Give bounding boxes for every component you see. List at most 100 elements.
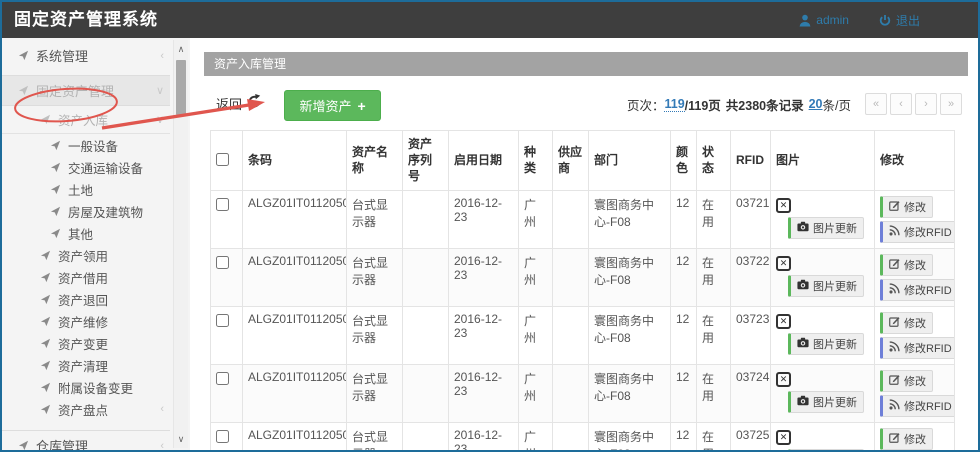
cell-modify: 修改 修改RFID <box>875 190 955 248</box>
sidebar-item-asset-repair[interactable]: 资产维修 <box>2 310 170 332</box>
cell-status: 在用 <box>697 422 731 452</box>
scroll-down-icon[interactable]: ∨ <box>174 432 188 446</box>
edit-label: 修改 <box>904 257 926 273</box>
sidebar-item-general-equipment[interactable]: 一般设备 <box>2 134 170 156</box>
cell-supplier <box>553 364 589 422</box>
paper-plane-icon <box>50 184 61 195</box>
rfid-icon <box>889 225 900 239</box>
chevron-icon: ∨ <box>156 84 170 97</box>
sidebar-item-transport-equipment[interactable]: 交通运输设备 <box>2 156 170 178</box>
row-checkbox[interactable] <box>216 314 229 327</box>
cell-type: 广州 <box>519 364 553 422</box>
edit-rfid-button[interactable]: 修改RFID <box>880 279 955 301</box>
edit-icon <box>889 316 900 330</box>
cell-modify: 修改 修改RFID <box>875 364 955 422</box>
sidebar-item-asset-change[interactable]: 资产变更 <box>2 332 170 354</box>
edit-button[interactable]: 修改 <box>880 428 933 450</box>
scrollbar-thumb[interactable] <box>176 60 186 115</box>
paper-plane-icon <box>40 250 51 261</box>
sidebar-item-asset-cleanup[interactable]: 资产清理 <box>2 354 170 376</box>
edit-rfid-button[interactable]: 修改RFID <box>880 221 955 243</box>
sidebar-item-label: 仓库管理 <box>36 436 160 452</box>
edit-icon <box>889 374 900 388</box>
last-page-button[interactable]: » <box>940 93 962 115</box>
main-content: 资产入库管理 返回 新增资产 + 页次： 119 /119页 共2380条记录 … <box>204 42 968 450</box>
cell-status: 在用 <box>697 364 731 422</box>
edit-rfid-button[interactable]: 修改RFID <box>880 337 955 359</box>
cell-status: 在用 <box>697 190 731 248</box>
image-update-button[interactable]: 图片更新 <box>788 217 864 239</box>
edit-rfid-button[interactable]: 修改RFID <box>880 395 955 417</box>
sidebar-item-warehouse-management[interactable]: 仓库管理 ‹ <box>2 430 170 452</box>
logout-link[interactable]: 退出 <box>879 12 920 29</box>
edit-button[interactable]: 修改 <box>880 196 933 218</box>
sidebar-item-asset-requisition[interactable]: 资产领用 <box>2 244 170 266</box>
row-checkbox[interactable] <box>216 372 229 385</box>
user-link[interactable]: admin <box>799 13 849 27</box>
pagination: 页次： 119 /119页 共2380条记录 20 条/页 « ‹ › » <box>627 93 962 115</box>
table-row: ALGZ01IT0112050015 台式显示器 2016-12-23 广州 寰… <box>211 248 955 306</box>
image-update-button[interactable]: 图片更新 <box>788 333 864 355</box>
cell-rfid: 03724 <box>731 364 771 422</box>
row-checkbox[interactable] <box>216 256 229 269</box>
sidebar-item-asset-storage[interactable]: 资产入库 ∨ <box>2 106 170 134</box>
paper-plane-icon <box>40 294 51 305</box>
table-row: ALGZ01IT0112050018 台式显示器 2016-12-23 广州 寰… <box>211 422 955 452</box>
image-update-button[interactable]: 图片更新 <box>788 391 864 413</box>
header-modify: 修改 <box>875 131 955 191</box>
sidebar-item-system-management[interactable]: 系统管理 ‹ <box>2 42 170 69</box>
per-page-link[interactable]: 20 <box>809 97 823 111</box>
cell-date: 2016-12-23 <box>449 190 519 248</box>
cell-barcode: ALGZ01IT0112050016 <box>243 306 347 364</box>
logout-label: 退出 <box>896 12 920 29</box>
edit-button[interactable]: 修改 <box>880 370 933 392</box>
edit-button[interactable]: 修改 <box>880 254 933 276</box>
cell-color: 12 <box>671 306 697 364</box>
cell-rfid: 03725 <box>731 422 771 452</box>
sidebar-item-label: 资产借用 <box>58 268 164 287</box>
cell-barcode: ALGZ01IT0112050018 <box>243 422 347 452</box>
paper-plane-icon <box>18 50 29 61</box>
current-page-link[interactable]: 119 <box>664 97 684 112</box>
toolbar: 返回 新增资产 + 页次： 119 /119页 共2380条记录 20 条/页 … <box>204 90 968 120</box>
select-all-checkbox[interactable] <box>216 153 229 166</box>
sidebar-scrollbar[interactable]: ∧ ∨ <box>173 40 188 448</box>
sidebar-item-other[interactable]: 其他 <box>2 222 170 244</box>
broken-image-icon: ✕ <box>776 314 791 329</box>
row-checkbox[interactable] <box>216 198 229 211</box>
cell-barcode: ALGZ01IT0112050014 <box>243 190 347 248</box>
scroll-up-icon[interactable]: ∧ <box>174 42 188 56</box>
sidebar-item-asset-return[interactable]: 资产退回 <box>2 288 170 310</box>
pagination-prefix: 页次： <box>627 95 665 114</box>
table-row: ALGZ01IT0112050016 台式显示器 2016-12-23 广州 寰… <box>211 306 955 364</box>
back-label: 返回 <box>216 94 242 113</box>
record-count: 共2380条记录 <box>726 95 804 114</box>
image-update-button[interactable]: 图片更新 <box>788 449 864 452</box>
cell-color: 12 <box>671 364 697 422</box>
sidebar-item-label: 一般设备 <box>68 136 164 155</box>
camera-icon <box>797 395 809 409</box>
back-button[interactable]: 返回 <box>216 90 262 116</box>
cell-barcode: ALGZ01IT0112050017 <box>243 364 347 422</box>
sidebar-item-attached-equipment-change[interactable]: 附属设备变更 <box>2 376 170 398</box>
cell-picture: ✕ 图片更新 <box>771 248 875 306</box>
image-update-button[interactable]: 图片更新 <box>788 275 864 297</box>
prev-page-button[interactable]: ‹ <box>890 93 912 115</box>
next-page-button[interactable]: › <box>915 93 937 115</box>
sidebar-item-land[interactable]: 土地 <box>2 178 170 200</box>
sidebar-item-label: 附属设备变更 <box>58 378 164 397</box>
cell-serial <box>403 306 449 364</box>
sidebar-item-asset-borrow[interactable]: 资产借用 <box>2 266 170 288</box>
row-checkbox[interactable] <box>216 430 229 443</box>
paper-plane-icon <box>18 440 29 451</box>
cell-modify: 修改 修改RFID <box>875 306 955 364</box>
sidebar-item-fixed-asset-management[interactable]: 固定资产管理 ∨ <box>2 75 170 106</box>
sidebar-item-buildings[interactable]: 房屋及建筑物 <box>2 200 170 222</box>
broken-image-icon: ✕ <box>776 372 791 387</box>
edit-button[interactable]: 修改 <box>880 312 933 334</box>
paper-plane-icon <box>40 316 51 327</box>
first-page-button[interactable]: « <box>865 93 887 115</box>
add-asset-button[interactable]: 新增资产 + <box>284 90 380 121</box>
paper-plane-icon <box>50 140 61 151</box>
sidebar-item-asset-inventory[interactable]: 资产盘点 ‹ <box>2 398 170 420</box>
